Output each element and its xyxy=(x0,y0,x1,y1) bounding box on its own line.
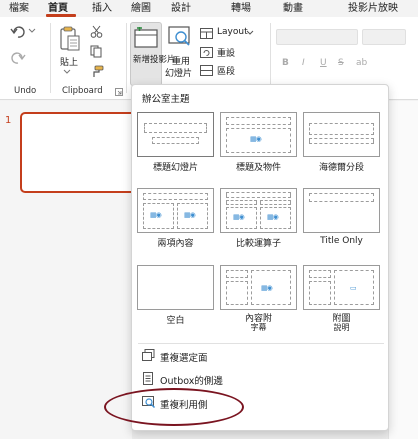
content-placeholder-icons: ▦◉ xyxy=(250,135,262,143)
undo-icon[interactable] xyxy=(10,25,26,39)
layout-thumbnail: ▦◉ ▦◉ xyxy=(220,188,297,233)
font-size-box[interactable] xyxy=(362,29,406,45)
group-divider xyxy=(126,23,127,93)
content-placeholder-icons: ▦◉ xyxy=(261,284,273,292)
slides-from-outline-menu-item[interactable]: Outbox的側邊 xyxy=(138,370,384,390)
slide-number: 1 xyxy=(5,115,12,126)
outline-icon xyxy=(143,372,153,385)
new-slide-layout-menu: 辦公室主題 標題幻燈片 ▦◉ 標題及物件 海德爾分段 ▦◉ ▦◉ 兩項內容 ▦◉… xyxy=(131,84,389,431)
subscript-button[interactable]: ab xyxy=(356,58,367,68)
font-name-box[interactable] xyxy=(276,29,358,45)
tab-draw[interactable]: 繪圖 xyxy=(131,1,151,16)
clipboard-group-label: Clipboard xyxy=(62,86,103,96)
layout-name: 兩項內容 xyxy=(157,239,194,249)
layout-thumbnail: ▭ xyxy=(303,265,380,310)
copy-icon[interactable] xyxy=(90,45,103,58)
paste-label[interactable]: 貼上 xyxy=(60,55,78,68)
redo-icon[interactable] xyxy=(10,51,26,65)
layout-thumbnail: ▦◉ xyxy=(220,265,297,310)
reset-label[interactable]: 重設 xyxy=(217,46,235,59)
layout-label[interactable]: Layout xyxy=(217,27,248,37)
layout-name: 海德爾分段 xyxy=(318,163,364,173)
content-placeholder-icons: ▦◉ xyxy=(150,211,162,219)
reuse-slides-icon[interactable] xyxy=(168,26,192,48)
content-placeholder-icons: ▦◉ xyxy=(184,211,196,219)
ribbon-tab-bar: 檔案 首頁 插入 繪圖 設計 轉場 動畫 投影片放映 xyxy=(0,0,418,17)
duplicate-slides-menu-item[interactable]: 重複選定面 xyxy=(138,347,384,367)
tab-animations[interactable]: 動畫 xyxy=(283,1,303,16)
menu-divider xyxy=(138,343,384,344)
layout-name: Title Only xyxy=(320,236,363,246)
undo-group-label: Undo xyxy=(14,86,37,96)
paste-dropdown-icon[interactable] xyxy=(63,69,71,75)
duplicate-slide-icon xyxy=(142,349,155,361)
undo-dropdown-icon[interactable] xyxy=(28,28,36,34)
layout-name-line2: 字幕 xyxy=(250,323,267,332)
layout-thumbnail xyxy=(303,188,380,233)
section-icon[interactable] xyxy=(200,65,213,76)
layout-icon[interactable] xyxy=(200,28,213,39)
tab-file[interactable]: 檔案 xyxy=(9,1,29,16)
layout-name: 標題及物件 xyxy=(235,163,281,173)
reuse-slides-label-line2[interactable]: 幻燈片 xyxy=(165,66,192,79)
layout-thumbnail: ▦◉ xyxy=(220,112,297,157)
new-slide-label: 新增投影片 xyxy=(133,55,176,65)
slide-canvas-edge xyxy=(388,101,418,439)
layout-name-line2: 說明 xyxy=(333,323,350,332)
section-label[interactable]: 區段 xyxy=(217,64,235,77)
tab-transitions[interactable]: 轉場 xyxy=(231,1,251,16)
layout-name: 標題幻燈片 xyxy=(152,163,198,173)
italic-button[interactable]: I xyxy=(302,58,305,68)
reset-icon[interactable] xyxy=(200,47,213,58)
group-divider xyxy=(50,23,51,93)
picture-placeholder-icon: ▭ xyxy=(350,284,357,292)
tab-insert[interactable]: 插入 xyxy=(92,1,112,16)
slide-thumbnail[interactable] xyxy=(20,112,140,193)
underline-button[interactable]: U xyxy=(320,58,327,68)
layout-thumbnail xyxy=(303,112,380,157)
format-painter-icon[interactable] xyxy=(90,65,104,78)
group-divider xyxy=(270,23,271,93)
layout-name: 比較運算子 xyxy=(235,239,281,249)
layout-thumbnail xyxy=(137,265,214,310)
clipboard-launcher-icon[interactable] xyxy=(115,88,123,96)
theme-title: 辦公室主題 xyxy=(142,94,190,105)
layout-thumbnail: ▦◉ ▦◉ xyxy=(137,188,214,233)
cut-icon[interactable] xyxy=(90,25,103,38)
menu-item-label: 重複選定面 xyxy=(160,353,208,364)
menu-item-label: Outbox的側邊 xyxy=(160,376,223,387)
annotation-highlight-circle xyxy=(104,388,244,426)
tab-slideshow[interactable]: 投影片放映 xyxy=(348,1,398,16)
paste-icon[interactable] xyxy=(58,25,82,53)
powerpoint-window: 檔案 首頁 插入 繪圖 設計 轉場 動畫 投影片放映 Undo 貼上 Clipb… xyxy=(0,0,418,439)
new-slide-button[interactable]: 新增投影片 xyxy=(130,22,176,86)
strikethrough-button[interactable]: S xyxy=(338,58,344,68)
layout-name: 空白 xyxy=(166,316,185,326)
tab-design[interactable]: 設計 xyxy=(171,1,191,16)
new-slide-icon xyxy=(134,27,158,48)
content-placeholder-icons: ▦◉ xyxy=(267,213,279,221)
layout-dropdown-icon[interactable] xyxy=(246,30,254,36)
bold-button[interactable]: B xyxy=(282,58,289,68)
layout-thumbnail xyxy=(137,112,214,157)
content-placeholder-icons: ▦◉ xyxy=(233,213,245,221)
